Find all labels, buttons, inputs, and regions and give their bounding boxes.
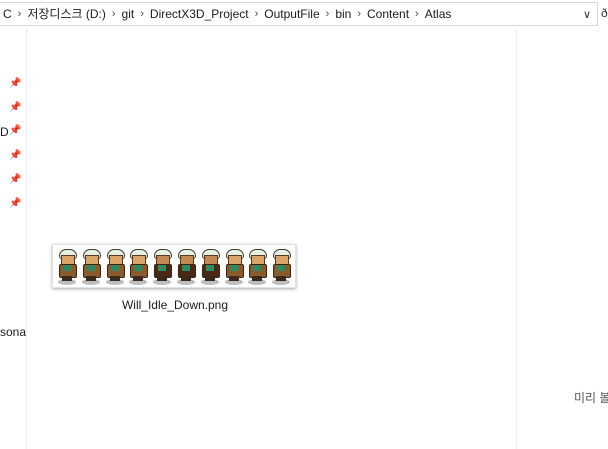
file-thumbnail[interactable] bbox=[52, 244, 296, 288]
breadcrumb-separator-icon[interactable]: › bbox=[253, 3, 261, 25]
pin-icon[interactable]: 📌 bbox=[9, 174, 21, 185]
search-box-fragment[interactable]: ð bbox=[601, 6, 608, 20]
sprite-frame bbox=[222, 246, 246, 286]
breadcrumb-separator-icon[interactable]: › bbox=[16, 3, 24, 25]
breadcrumb-outputfile[interactable]: OutputFile bbox=[260, 3, 323, 25]
address-dropdown-icon[interactable]: ∨ bbox=[583, 8, 591, 21]
sprite-frame bbox=[245, 246, 269, 286]
breadcrumb-git[interactable]: git bbox=[118, 3, 139, 25]
sprite-frame bbox=[198, 246, 222, 286]
breadcrumb-separator-icon[interactable]: › bbox=[138, 3, 146, 25]
breadcrumb-drive-d[interactable]: 저장디스크 (D:) bbox=[23, 3, 110, 25]
navigation-pane: 📌 📌 D 📌 📌 📌 📌 sona bbox=[0, 28, 27, 449]
preview-message: 미리 볼 bbox=[574, 391, 608, 405]
sprite-frame bbox=[126, 246, 150, 286]
address-bar[interactable]: C › 저장디스크 (D:) › git › DirectX3D_Project… bbox=[0, 2, 598, 26]
breadcrumb-bin[interactable]: bin bbox=[331, 3, 355, 25]
breadcrumb-pc[interactable]: C bbox=[0, 3, 16, 25]
breadcrumb-atlas[interactable]: Atlas bbox=[421, 3, 456, 25]
breadcrumb-separator-icon[interactable]: › bbox=[324, 3, 332, 25]
sprite-frame bbox=[269, 246, 293, 286]
pin-icon[interactable]: 📌 bbox=[9, 125, 21, 136]
breadcrumb-separator-icon[interactable]: › bbox=[110, 3, 118, 25]
nav-item-personal-fragment[interactable]: sona bbox=[0, 325, 26, 339]
nav-item-fragment[interactable]: D bbox=[0, 125, 9, 139]
sprite-frame bbox=[103, 246, 127, 286]
breadcrumb-separator-icon[interactable]: › bbox=[355, 3, 363, 25]
file-name[interactable]: Will_Idle_Down.png bbox=[52, 298, 298, 312]
sprite-frame bbox=[55, 246, 79, 286]
file-item[interactable]: Will_Idle_Down.png bbox=[52, 244, 298, 316]
sprite-frame bbox=[79, 246, 103, 286]
sprite-frame bbox=[150, 246, 174, 286]
pin-icon[interactable]: 📌 bbox=[9, 150, 21, 161]
pin-icon[interactable]: 📌 bbox=[9, 78, 21, 89]
pin-icon[interactable]: 📌 bbox=[9, 102, 21, 113]
breadcrumb-separator-icon[interactable]: › bbox=[413, 3, 421, 25]
file-list-area[interactable] bbox=[27, 28, 515, 449]
pin-icon[interactable]: 📌 bbox=[9, 198, 21, 209]
breadcrumb-directx3d-project[interactable]: DirectX3D_Project bbox=[146, 3, 253, 25]
breadcrumb-content[interactable]: Content bbox=[363, 3, 413, 25]
preview-pane: 미리 볼 bbox=[516, 28, 608, 449]
sprite-frame bbox=[174, 246, 198, 286]
